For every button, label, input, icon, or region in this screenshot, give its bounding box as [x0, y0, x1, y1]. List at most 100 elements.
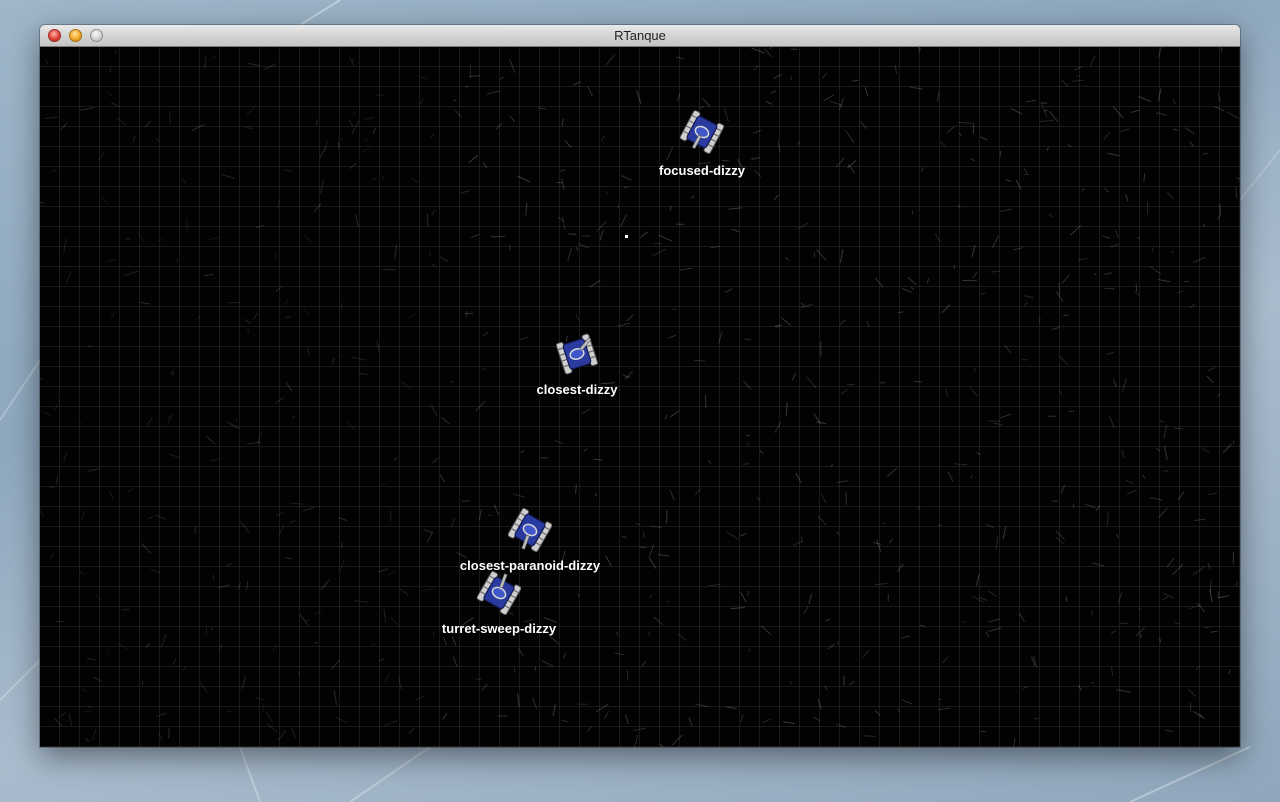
arena-scratch	[829, 101, 843, 106]
arena-scratch	[1046, 146, 1049, 152]
arena-scratch	[605, 555, 612, 567]
arena-scratch	[839, 249, 844, 263]
arena-scratch	[277, 199, 280, 209]
arena-scratch	[825, 618, 831, 622]
arena-scratch	[672, 734, 683, 746]
arena-scratch	[1217, 213, 1222, 220]
arena-scratch	[650, 525, 663, 529]
arena-scratch	[626, 669, 629, 681]
arena-scratch	[740, 714, 744, 723]
arena-scratch	[1113, 379, 1117, 388]
arena-scratch	[791, 48, 798, 50]
arena-scratch	[1024, 302, 1028, 306]
arena-scratch	[133, 135, 136, 142]
arena-scratch	[731, 228, 740, 233]
arena-scratch	[1163, 424, 1168, 439]
arena-scratch	[499, 76, 504, 80]
arena-scratch	[517, 693, 520, 707]
arena-scratch	[1203, 152, 1208, 155]
arena-scratch	[1125, 193, 1129, 202]
arena-scratch	[481, 683, 488, 691]
arena-scratch	[400, 380, 412, 390]
arena-scratch	[255, 697, 264, 701]
arena-scratch	[1051, 326, 1060, 331]
arena-scratch	[147, 516, 153, 520]
arena-scratch	[835, 157, 845, 168]
arena-scratch	[548, 634, 560, 645]
arena-scratch	[430, 133, 435, 138]
arena-scratch	[1103, 131, 1111, 141]
arena-scratch	[525, 202, 528, 216]
arena-scratch	[635, 522, 641, 526]
arena-scratch	[1023, 167, 1028, 174]
tank-icon	[508, 508, 552, 552]
arena-scratch	[759, 449, 764, 454]
arena-scratch	[836, 480, 849, 483]
arena-scratch	[1138, 95, 1152, 103]
arena-scratch	[1135, 282, 1138, 292]
arena-scratch	[87, 344, 92, 348]
arena-scratch	[564, 140, 572, 148]
arena-scratch	[84, 738, 90, 742]
arena-scratch	[110, 312, 116, 319]
arena-scratch	[442, 713, 448, 720]
arena-scratch	[517, 648, 524, 657]
arena-scratch	[520, 336, 529, 341]
arena-scratch	[340, 137, 343, 141]
arena-scratch	[1172, 99, 1176, 105]
arena-scratch	[1010, 107, 1023, 115]
arena-scratch	[975, 573, 980, 586]
arena-scratch	[596, 220, 607, 232]
arena-scratch	[241, 675, 247, 690]
arena-scratch	[797, 141, 801, 145]
arena-scratch	[393, 456, 399, 461]
arena-scratch	[987, 590, 998, 598]
arena-scratch	[63, 238, 67, 253]
arena-scratch	[375, 94, 384, 97]
arena-scratch	[1206, 375, 1214, 384]
window-titlebar[interactable]: RTanque	[40, 25, 1240, 47]
arena-scratch	[419, 98, 424, 105]
tank-icon	[477, 571, 521, 615]
arena-scratch	[845, 491, 847, 505]
arena-scratch	[141, 543, 152, 554]
arena-scratch	[65, 270, 72, 284]
arena-scratch	[1078, 685, 1083, 691]
arena-scratch	[1075, 75, 1081, 78]
arena-scratch	[244, 126, 253, 130]
arena-scratch	[43, 411, 51, 416]
arena-scratch	[443, 637, 447, 646]
arena-scratch	[634, 734, 639, 747]
arena-scratch	[900, 635, 911, 639]
arena-scratch	[465, 85, 469, 88]
arena-scratch	[532, 697, 538, 709]
arena-scratch	[582, 408, 591, 415]
arena-scratch	[847, 159, 857, 169]
arena-scratch	[1059, 356, 1069, 366]
app-window: RTanque focused-dizzy closest-dizzy clos…	[40, 25, 1240, 747]
arena-scratch	[302, 506, 315, 512]
arena-scratch	[888, 538, 893, 544]
arena-scratch	[245, 106, 255, 116]
arena-scratch	[81, 510, 85, 521]
arena-scratch	[348, 56, 355, 67]
arena-scratch	[209, 457, 222, 462]
arena-scratch	[68, 713, 73, 726]
arena-scratch	[116, 117, 127, 126]
arena-scratch	[59, 122, 68, 131]
arena-scratch	[561, 719, 568, 723]
arena-scratch	[1131, 109, 1140, 113]
arena-scratch	[408, 728, 415, 734]
arena-scratch	[305, 619, 310, 622]
arena-scratch	[1104, 187, 1110, 193]
arena-scratch	[567, 247, 572, 262]
arena-scratch	[494, 504, 499, 516]
arena-scratch	[213, 55, 216, 59]
arena-scratch	[1110, 243, 1120, 248]
arena-scratch	[340, 302, 343, 310]
arena-scratch	[979, 136, 988, 141]
arena-scratch	[495, 123, 502, 131]
arena-scratch	[265, 722, 278, 733]
bot-name-label: turret-sweep-dizzy	[441, 621, 557, 636]
arena-scratch	[1018, 612, 1026, 623]
